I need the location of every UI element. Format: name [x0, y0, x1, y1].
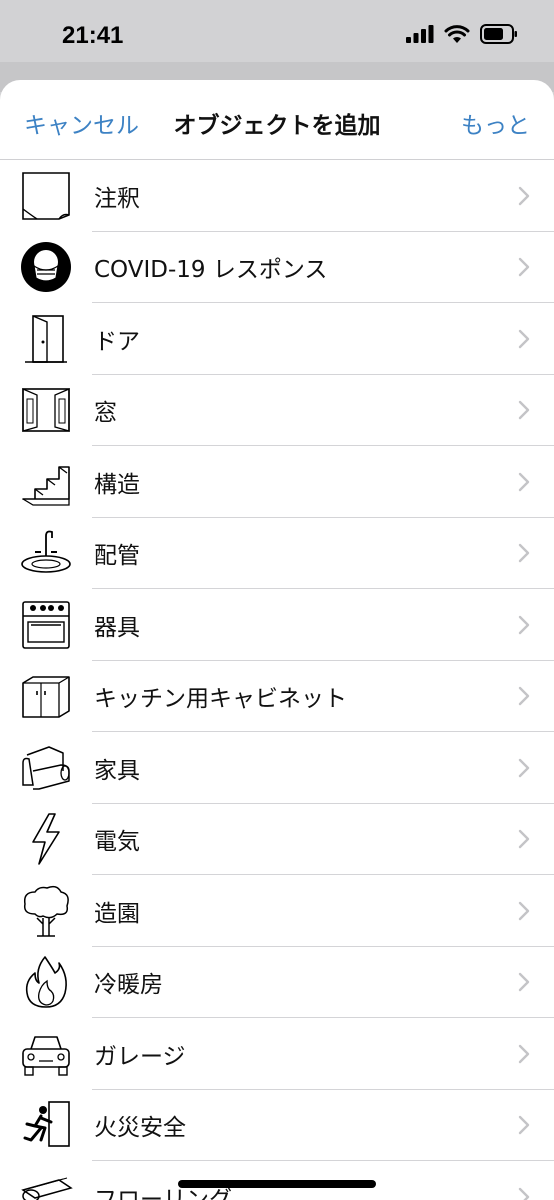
list-item-label: 器具 [94, 614, 140, 641]
sofa-icon [0, 732, 92, 803]
tree-icon [0, 875, 92, 946]
list-item-label: 冷暖房 [94, 972, 163, 999]
list-item-label: 家具 [94, 757, 140, 784]
flame-icon [0, 947, 92, 1018]
car-icon [0, 1018, 92, 1089]
status-time: 21:41 [62, 22, 124, 49]
list-item-label: ドア [94, 328, 140, 355]
list-item-plumbing[interactable]: 配管 [0, 518, 554, 590]
chevron-right-icon [494, 875, 554, 946]
home-indicator[interactable] [178, 1180, 376, 1188]
cellular-signal-icon [406, 25, 434, 43]
more-button[interactable]: もっと [461, 106, 530, 140]
floor-roll-icon [0, 1161, 92, 1200]
category-list: 注釈 COVID-19 レスポンス ドア 窓 構造 配管 器具 キッチン用キャビ… [0, 160, 554, 1200]
add-object-sheet: キャンセル オブジェクトを追加 もっと 注釈 COVID-19 レスポンス ドア [0, 80, 554, 1200]
chevron-right-icon [494, 232, 554, 303]
window-icon [0, 375, 92, 446]
chevron-right-icon [494, 947, 554, 1018]
chevron-right-icon [494, 1090, 554, 1161]
chevron-right-icon [494, 804, 554, 875]
note-icon [0, 160, 92, 231]
list-item-label: 電気 [94, 829, 140, 856]
list-item-appliances[interactable]: 器具 [0, 589, 554, 661]
wifi-icon [444, 25, 470, 43]
cabinet-icon [0, 661, 92, 732]
chevron-right-icon [494, 518, 554, 589]
chevron-right-icon [494, 589, 554, 660]
list-item-structure[interactable]: 構造 [0, 446, 554, 518]
list-item-label: 構造 [94, 471, 140, 498]
list-item-annotation[interactable]: 注釈 [0, 160, 554, 232]
list-item-label: 窓 [94, 400, 117, 427]
chevron-right-icon [494, 375, 554, 446]
list-item-hvac[interactable]: 冷暖房 [0, 947, 554, 1019]
list-item-fire-safety[interactable]: 火災安全 [0, 1090, 554, 1162]
chevron-right-icon [494, 661, 554, 732]
chevron-right-icon [494, 1018, 554, 1089]
list-item-label: キッチン用キャビネット [94, 686, 347, 713]
list-item-electrical[interactable]: 電気 [0, 804, 554, 876]
battery-icon [480, 24, 517, 44]
list-item-label: ガレージ [94, 1043, 186, 1070]
stove-icon [0, 589, 92, 660]
chevron-right-icon [494, 303, 554, 374]
sheet-nav-bar: キャンセル オブジェクトを追加 もっと [0, 80, 554, 160]
list-item-covid[interactable]: COVID-19 レスポンス [0, 232, 554, 304]
list-item-label: 造園 [94, 900, 140, 927]
list-item-garage[interactable]: ガレージ [0, 1018, 554, 1090]
chevron-right-icon [494, 160, 554, 231]
chevron-right-icon [494, 1161, 554, 1200]
list-item-furniture[interactable]: 家具 [0, 732, 554, 804]
face-mask-icon [0, 232, 92, 303]
chevron-right-icon [494, 446, 554, 517]
list-item-door[interactable]: ドア [0, 303, 554, 375]
stairs-icon [0, 446, 92, 517]
list-item-window[interactable]: 窓 [0, 375, 554, 447]
door-icon [0, 303, 92, 374]
sink-icon [0, 518, 92, 589]
list-item-label: COVID-19 レスポンス [94, 257, 328, 284]
status-icons [406, 24, 518, 44]
emergency-exit-icon [0, 1090, 92, 1161]
lightning-icon [0, 804, 92, 875]
chevron-right-icon [494, 732, 554, 803]
list-item-kitchen-cabinet[interactable]: キッチン用キャビネット [0, 661, 554, 733]
list-item-landscaping[interactable]: 造園 [0, 875, 554, 947]
list-item-label: 火災安全 [94, 1115, 186, 1142]
list-item-label: 配管 [94, 543, 140, 570]
list-item-label: 注釈 [94, 185, 140, 212]
